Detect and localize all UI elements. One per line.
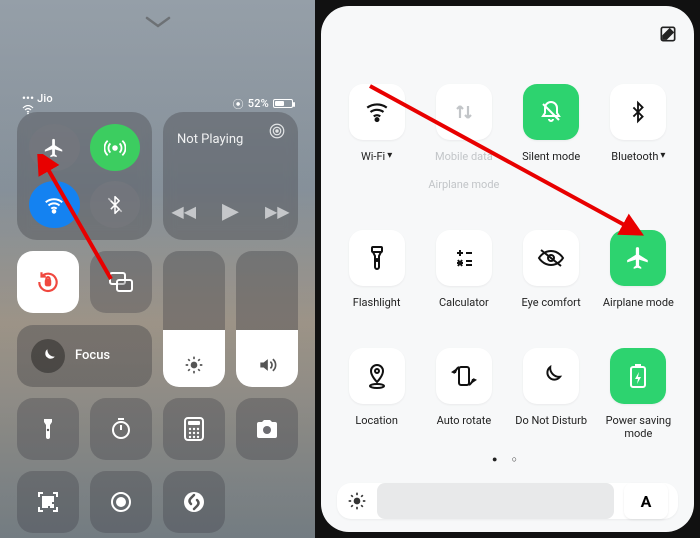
qs-tile-mobiledata[interactable]: Mobile data Airplane mode — [424, 84, 503, 202]
brightness-slider[interactable] — [163, 251, 225, 387]
volume-slider[interactable] — [236, 251, 298, 387]
qs-tile-powersave[interactable]: Power saving mode — [599, 348, 678, 440]
volume-icon — [256, 355, 278, 375]
quick-settings-grid: Wi-Fi ▾ Mobile data Airplane mode Silent mo… — [337, 84, 678, 440]
autorotate-icon[interactable] — [436, 348, 492, 404]
qr-scan-button[interactable] — [17, 471, 79, 533]
brightness-bar[interactable]: A — [337, 483, 678, 519]
silent-icon[interactable] — [523, 84, 579, 140]
rotation-lock-toggle[interactable] — [17, 251, 79, 313]
android-quick-settings: Wi-Fi ▾ Mobile data Airplane mode Silent mo… — [315, 0, 700, 538]
qs-label: Do Not Disturb — [515, 414, 587, 438]
page-indicator: ● ○ — [337, 454, 678, 465]
battery-icon — [273, 99, 293, 108]
brightness-icon — [347, 491, 367, 511]
flashlight-icon[interactable] — [349, 230, 405, 286]
bluetooth-toggle[interactable] — [90, 181, 141, 228]
wifi-toggle[interactable] — [29, 181, 80, 228]
connectivity-tile — [17, 112, 152, 240]
airplane-toggle[interactable] — [29, 124, 80, 171]
brightness-icon — [184, 355, 204, 375]
powersave-icon[interactable] — [610, 348, 666, 404]
qs-tile-location[interactable]: Location — [337, 348, 416, 440]
qs-tile-dnd[interactable]: Do Not Disturb — [512, 348, 591, 440]
qs-label: Airplane mode — [603, 296, 674, 320]
qs-tile-autorotate[interactable]: Auto rotate — [424, 348, 503, 440]
carrier-label: Jio — [37, 92, 53, 105]
airplane-icon[interactable] — [610, 230, 666, 286]
focus-button[interactable]: Focus — [17, 325, 152, 387]
eyecomfort-icon[interactable] — [523, 230, 579, 286]
battery-pct: 52% — [248, 97, 269, 110]
qs-tile-wifi[interactable]: Wi-Fi ▾ — [337, 84, 416, 202]
auto-brightness-button[interactable]: A — [624, 483, 668, 519]
flashlight-button[interactable] — [17, 398, 79, 460]
chevron-down-icon[interactable] — [145, 16, 171, 30]
qs-sublabel: Airplane mode — [428, 178, 499, 202]
prev-track-icon[interactable]: ◀◀ — [171, 202, 196, 221]
screen-record-button[interactable] — [90, 471, 152, 533]
qs-tile-eyecomfort[interactable]: Eye comfort — [512, 230, 591, 320]
focus-label: Focus — [75, 348, 110, 363]
camera-button[interactable] — [236, 398, 298, 460]
media-tile[interactable]: Not Playing ◀◀ ▶ ▶▶ — [163, 112, 298, 240]
dnd-icon[interactable] — [523, 348, 579, 404]
qs-label: Power saving mode — [599, 414, 678, 440]
screen-mirroring-button[interactable] — [90, 251, 152, 313]
qs-label: Eye comfort — [522, 296, 581, 320]
qs-tile-flashlight[interactable]: Flashlight — [337, 230, 416, 320]
qs-label: Calculator — [439, 296, 489, 320]
calculator-icon[interactable] — [436, 230, 492, 286]
edit-icon[interactable] — [658, 24, 678, 44]
ios-control-center: ••• Jio ⦿ 52% — [0, 0, 315, 538]
play-icon[interactable]: ▶ — [222, 199, 239, 224]
qs-label: Mobile data — [435, 150, 493, 174]
qs-label: Wi-Fi ▾ — [361, 150, 392, 174]
mobiledata-icon[interactable] — [436, 84, 492, 140]
qs-tile-silent[interactable]: Silent mode — [512, 84, 591, 202]
media-controls: ◀◀ ▶ ▶▶ — [163, 199, 298, 224]
qs-tile-airplane[interactable]: Airplane mode — [599, 230, 678, 320]
qs-tile-calculator[interactable]: Calculator — [424, 230, 503, 320]
timer-button[interactable] — [90, 398, 152, 460]
cellular-toggle[interactable] — [90, 124, 141, 171]
bluetooth-icon[interactable] — [610, 84, 666, 140]
calculator-button[interactable] — [163, 398, 225, 460]
qs-tile-bluetooth[interactable]: Bluetooth ▾ — [599, 84, 678, 202]
shazam-button[interactable] — [163, 471, 225, 533]
media-title: Not Playing — [177, 132, 284, 147]
location-icon[interactable] — [349, 348, 405, 404]
brightness-track[interactable] — [377, 483, 614, 519]
qs-label: Bluetooth ▾ — [611, 150, 665, 174]
next-track-icon[interactable]: ▶▶ — [265, 202, 290, 221]
qs-label: Flashlight — [353, 296, 401, 320]
qs-label: Silent mode — [522, 150, 580, 174]
moon-icon — [31, 339, 65, 373]
qs-label: Auto rotate — [437, 414, 492, 438]
wifi-icon[interactable] — [349, 84, 405, 140]
qs-label: Location — [355, 414, 398, 438]
